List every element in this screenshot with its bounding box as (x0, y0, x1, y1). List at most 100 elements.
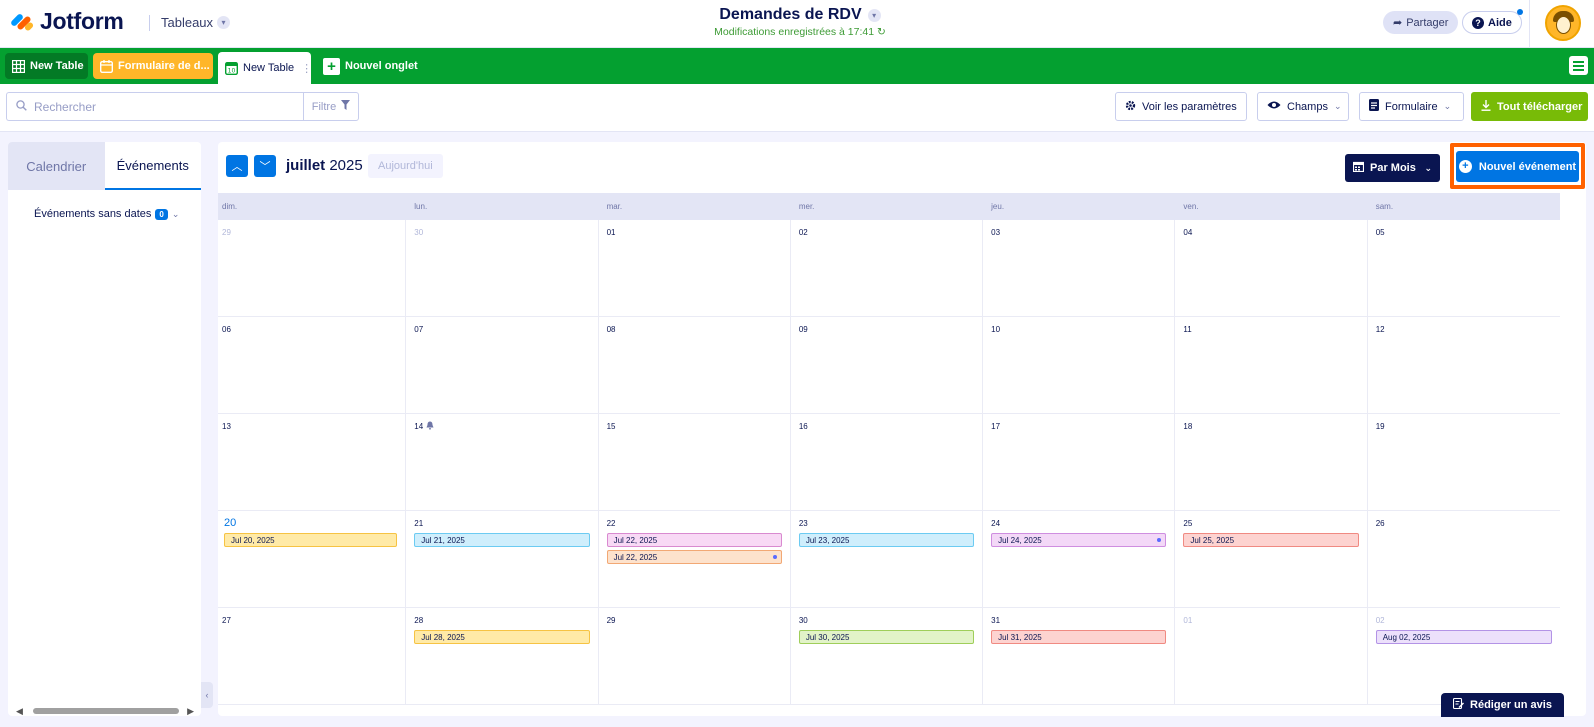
previous-month-button[interactable]: ︿ (226, 155, 248, 177)
calendar-event[interactable]: Jul 30, 2025 (798, 630, 975, 644)
calendar-event[interactable]: Jul 22, 2025 (606, 550, 782, 564)
download-all-button[interactable]: Tout télécharger (1471, 92, 1588, 121)
day-cell[interactable]: 12 (1367, 317, 1560, 414)
new-event-label: Nouvel événement (1478, 160, 1577, 173)
day-cell[interactable]: 21 Jul 21, 2025 (406, 511, 599, 608)
scroll-left-icon[interactable]: ◀ (16, 706, 23, 717)
event-label: Jul 21, 2025 (421, 535, 465, 545)
day-cell[interactable]: 25 Jul 25, 2025 (1175, 511, 1368, 608)
day-number-text: 20 (224, 517, 237, 529)
add-tab-button[interactable]: + Nouvel onglet (316, 53, 426, 79)
day-cell[interactable]: 22 Jul 22, 2025 Jul 22, 2025 (598, 511, 791, 608)
calendar-event[interactable]: Jul 20, 2025 (224, 533, 398, 547)
day-number: 28 (414, 614, 589, 626)
day-cell[interactable]: 09 (790, 317, 984, 414)
product-switcher[interactable]: Tableaux ▾ (161, 15, 231, 30)
calendar-event[interactable]: Jul 24, 2025 (991, 533, 1167, 547)
day-cell[interactable]: 02 Aug 02, 2025 (1367, 608, 1560, 705)
day-cell[interactable]: 02 (790, 220, 984, 317)
tab-calendar[interactable]: Calendrier (8, 142, 105, 190)
day-cell[interactable]: 30 (406, 220, 599, 317)
day-cell[interactable]: 15 (598, 414, 791, 511)
document-title[interactable]: Demandes de RDV ▾ (719, 6, 881, 24)
filter-button[interactable]: Filtre (303, 92, 359, 121)
day-cell[interactable]: 27 (218, 608, 407, 705)
day-cell[interactable]: 31 Jul 31, 2025 (983, 608, 1176, 705)
day-number-text: 12 (1375, 324, 1385, 334)
search-box (6, 92, 303, 121)
today-button[interactable]: Aujourd'hui (368, 154, 443, 178)
day-cell[interactable]: 08 (598, 317, 791, 414)
help-label: Aide (1488, 16, 1512, 29)
day-number-text: 30 (798, 615, 808, 625)
chevron-left-icon: ‹ (205, 690, 209, 700)
calendar-event[interactable]: Jul 23, 2025 (798, 533, 975, 547)
day-cell[interactable]: 07 (406, 317, 599, 414)
day-number-text: 17 (991, 421, 1001, 431)
day-cell[interactable]: 05 (1367, 220, 1560, 317)
undated-events-toggle[interactable]: Événements sans dates 0 ⌄ (34, 208, 201, 220)
more-vertical-icon[interactable]: ⋮ (301, 62, 311, 75)
calendar-event[interactable]: Jul 21, 2025 (414, 533, 590, 547)
horizontal-scrollbar[interactable]: ◀ ▶ (12, 706, 198, 716)
day-cell[interactable]: 01 (598, 220, 791, 317)
day-cell[interactable]: 11 (1175, 317, 1368, 414)
edit-note-icon (1452, 697, 1465, 712)
calendar-event[interactable]: Jul 28, 2025 (414, 630, 590, 644)
calendar-event[interactable]: Jul 25, 2025 (1183, 533, 1359, 547)
day-cell[interactable]: 19 (1367, 414, 1560, 511)
day-cell[interactable]: 10 (983, 317, 1176, 414)
share-button[interactable]: ➦ Partager (1383, 11, 1459, 34)
calendar-event[interactable]: Jul 31, 2025 (991, 630, 1167, 644)
day-number: 14 (414, 420, 589, 432)
next-month-button[interactable]: ﹀ (254, 155, 276, 177)
day-cell[interactable]: 29 (598, 608, 791, 705)
search-icon (16, 99, 27, 114)
day-number-text: 26 (1375, 518, 1385, 528)
form-dropdown[interactable]: Formulaire ⌄ (1359, 92, 1464, 121)
day-cell[interactable]: 29 (218, 220, 407, 317)
day-number: 16 (799, 420, 974, 432)
hamburger-menu-icon[interactable] (1569, 56, 1588, 75)
scroll-right-icon[interactable]: ▶ (187, 706, 194, 717)
day-number: 31 (991, 614, 1166, 626)
day-number: 24 (991, 517, 1166, 529)
new-event-button[interactable]: + Nouvel événement (1456, 151, 1579, 182)
day-cell[interactable]: 03 (983, 220, 1176, 317)
day-cell-today[interactable]: 20 Jul 20, 2025 (218, 511, 407, 608)
calendar-event[interactable]: Aug 02, 2025 (1375, 630, 1552, 644)
view-mode-dropdown[interactable]: Par Mois ⌄ (1345, 154, 1440, 182)
chevron-down-icon: ⌄ (1333, 101, 1342, 111)
search-input[interactable] (34, 99, 284, 114)
tab-new-table-2[interactable]: 10 New Table ⋮ (218, 52, 311, 84)
help-button[interactable]: ? Aide (1462, 9, 1523, 34)
view-settings-button[interactable]: Voir les paramètres (1115, 92, 1247, 121)
day-cell[interactable]: 18 (1175, 414, 1368, 511)
day-cell[interactable]: 23 Jul 23, 2025 (790, 511, 984, 608)
collapse-panel-button[interactable]: ‹ (201, 682, 213, 708)
day-number-text: 09 (798, 324, 808, 334)
day-cell[interactable]: 17 (983, 414, 1176, 511)
day-cell[interactable]: 16 (790, 414, 984, 511)
day-cell[interactable]: 06 (218, 317, 407, 414)
day-cell[interactable]: 28 Jul 28, 2025 (406, 608, 599, 705)
jotform-logo[interactable]: Jotform (9, 8, 124, 35)
day-cell[interactable]: 01 (1175, 608, 1368, 705)
day-cell[interactable]: 04 (1175, 220, 1368, 317)
day-cell[interactable]: 26 (1367, 511, 1560, 608)
jotform-logo-icon (9, 10, 35, 34)
day-cell[interactable]: 30 Jul 30, 2025 (790, 608, 984, 705)
scrollbar-thumb[interactable] (33, 708, 179, 714)
day-cell[interactable]: 13 (218, 414, 407, 511)
user-avatar[interactable] (1545, 5, 1581, 41)
calendar-event[interactable]: Jul 22, 2025 (606, 533, 782, 547)
day-cell[interactable]: 24 Jul 24, 2025 (983, 511, 1176, 608)
tab-new-table-1[interactable]: New Table (5, 53, 88, 79)
day-number: 01 (1183, 614, 1358, 626)
day-cell[interactable]: 14 (406, 414, 599, 511)
write-review-button[interactable]: Rédiger un avis (1441, 693, 1564, 717)
day-number: 04 (1183, 226, 1358, 238)
tab-formulaire[interactable]: Formulaire de d... (93, 53, 213, 79)
fields-dropdown[interactable]: Champs ⌄ (1257, 92, 1349, 121)
tab-events[interactable]: Événements (104, 142, 201, 190)
